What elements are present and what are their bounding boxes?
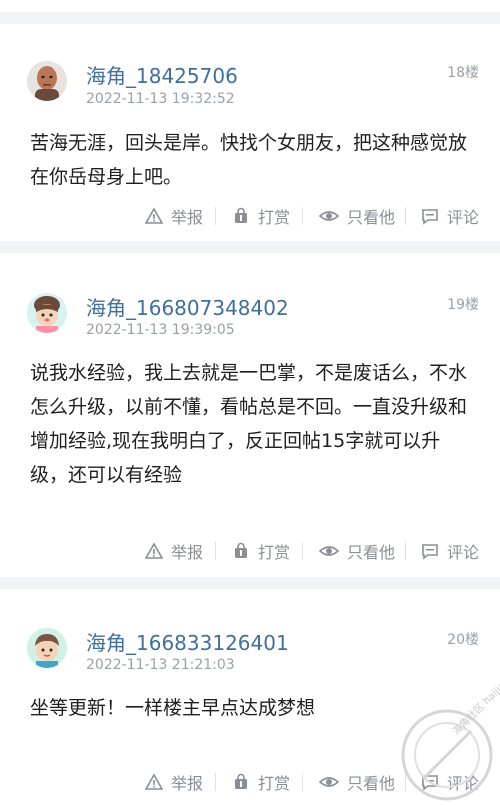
post-content: 苦海无涯，回头是岸。快找个女朋友，把这种感觉放在你岳母身上吧。 <box>30 132 468 188</box>
report-button[interactable]: 举报 <box>145 536 203 566</box>
comment-icon <box>422 209 438 225</box>
floor-number: 20楼 <box>447 632 479 648</box>
action-divider <box>302 773 303 791</box>
floor-number: 18楼 <box>447 65 479 81</box>
post-username[interactable]: 海角_166807348402 <box>86 292 289 321</box>
post-content: 说我水经验，我上去就是一巴掌，不是废话么，不水怎么升级，以前不懂，看帖总是不回。… <box>30 362 468 486</box>
comment-label: 评论 <box>447 208 480 227</box>
comment-icon <box>422 544 438 560</box>
reward-bag-icon <box>235 542 247 558</box>
cartoon-girl-icon <box>27 293 67 333</box>
post-username[interactable]: 海角_166833126401 <box>86 627 289 656</box>
reward-button[interactable]: 打赏 <box>232 536 290 566</box>
floor-number: 19楼 <box>447 297 479 313</box>
eye-icon <box>319 546 339 556</box>
post-time: 2022-11-13 21:21:03 <box>86 657 235 673</box>
report-label: 举报 <box>171 774 204 793</box>
report-label: 举报 <box>171 543 204 562</box>
report-button[interactable]: 举报 <box>145 767 203 797</box>
post-time: 2022-11-13 19:39:05 <box>86 322 235 338</box>
report-label: 举报 <box>171 208 204 227</box>
cartoon-boy-icon <box>27 628 67 668</box>
reward-button[interactable]: 打赏 <box>232 201 290 231</box>
warning-icon <box>145 207 163 224</box>
action-divider <box>215 773 216 791</box>
action-divider <box>405 207 406 225</box>
report-button[interactable]: 举报 <box>145 201 203 231</box>
reward-label: 打赏 <box>258 774 291 793</box>
comment-button[interactable]: 评论 <box>421 201 479 231</box>
action-divider <box>405 542 406 560</box>
post-actions: 举报 打赏 只看他 评论 <box>0 201 500 231</box>
post-actions: 举报 打赏 只看他 评论 <box>0 536 500 566</box>
only-him-label: 只看他 <box>347 208 396 227</box>
comment-label: 评论 <box>447 543 480 562</box>
warning-icon <box>145 542 163 559</box>
only-him-label: 只看他 <box>347 774 396 793</box>
reward-button[interactable]: 打赏 <box>232 767 290 797</box>
only-him-button[interactable]: 只看他 <box>319 536 395 566</box>
avatar[interactable] <box>27 293 67 333</box>
watermark-domain: haijiao.com <box>481 658 500 708</box>
action-divider <box>302 542 303 560</box>
action-divider <box>215 207 216 225</box>
reward-bag-icon <box>235 207 247 223</box>
comment-button[interactable]: 评论 <box>421 536 479 566</box>
post-separator <box>0 241 500 253</box>
reward-label: 打赏 <box>258 543 291 562</box>
warning-icon <box>145 773 163 790</box>
action-divider <box>215 542 216 560</box>
reward-label: 打赏 <box>258 208 291 227</box>
action-divider <box>302 207 303 225</box>
only-him-button[interactable]: 只看他 <box>319 201 395 231</box>
avatar[interactable] <box>27 61 67 101</box>
reward-bag-icon <box>235 773 247 789</box>
only-him-button[interactable]: 只看他 <box>319 767 395 797</box>
post-time: 2022-11-13 19:32:52 <box>86 91 235 107</box>
eye-icon <box>319 777 339 787</box>
watermark-logo-icon <box>401 709 493 801</box>
post-username[interactable]: 海角_18425706 <box>86 60 238 89</box>
man-photo-icon <box>27 61 67 101</box>
post-separator <box>0 12 500 24</box>
only-him-label: 只看他 <box>347 543 396 562</box>
eye-icon <box>319 211 339 221</box>
avatar[interactable] <box>27 628 67 668</box>
post-separator <box>0 577 500 589</box>
